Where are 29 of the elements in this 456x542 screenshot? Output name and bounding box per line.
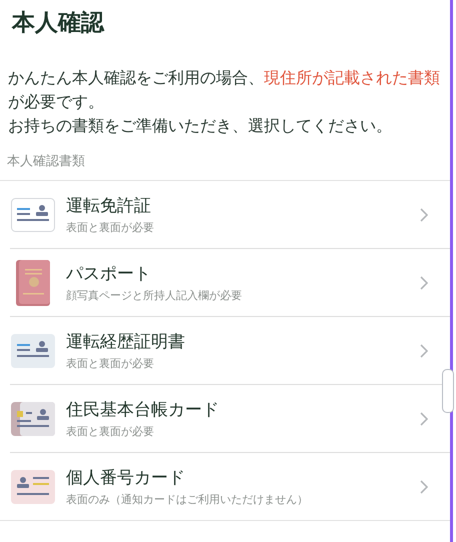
section-label: 本人確認書類 [6,153,86,170]
chevron-icon [420,412,428,426]
document-name: 住民基本台帳カード [66,399,220,421]
id-card-icon [11,470,55,504]
document-item[interactable]: 運転経歴証明書 表面と裏面が必要 [10,316,450,384]
document-name: 個人番号カード [66,467,186,489]
document-name: 運転経歴証明書 [66,331,186,353]
chevron-icon [420,480,428,494]
document-note: 顔写真ページと所持人記入欄が必要 [66,288,243,303]
document-note: 表面と裏面が必要 [66,424,155,439]
document-name: パスポート [66,263,152,285]
instruction-text: お持ちの書類をご準備いただき、選択してください。 [7,115,393,137]
document-name: 運転免許証 [66,195,152,217]
chevron-icon [420,208,428,222]
document-note: 表面と裏面が必要 [66,356,155,371]
document-item[interactable]: 個人番号カード 表面のみ（通知カードはご利用いただけません） [10,452,450,520]
drawer-handle[interactable] [442,369,454,413]
document-item[interactable]: パスポート 顔写真ページと所持人記入欄が必要 [10,248,450,316]
passport-icon [16,260,50,306]
id-card-icon [11,402,55,436]
page-title: 本人確認 [10,9,106,38]
chevron-icon [420,276,428,290]
intro-text: かんたん本人確認をご利用の場合、現住所が記載された書類 が必要です。 [7,67,441,113]
chevron-icon [420,344,428,358]
id-card-icon [11,198,55,232]
document-note: 表面のみ（通知カードはご利用いただけません） [66,492,309,507]
document-item[interactable]: 運転免許証 表面と裏面が必要 [0,181,450,248]
id-card-icon [11,334,55,368]
document-note: 表面と裏面が必要 [66,220,155,235]
